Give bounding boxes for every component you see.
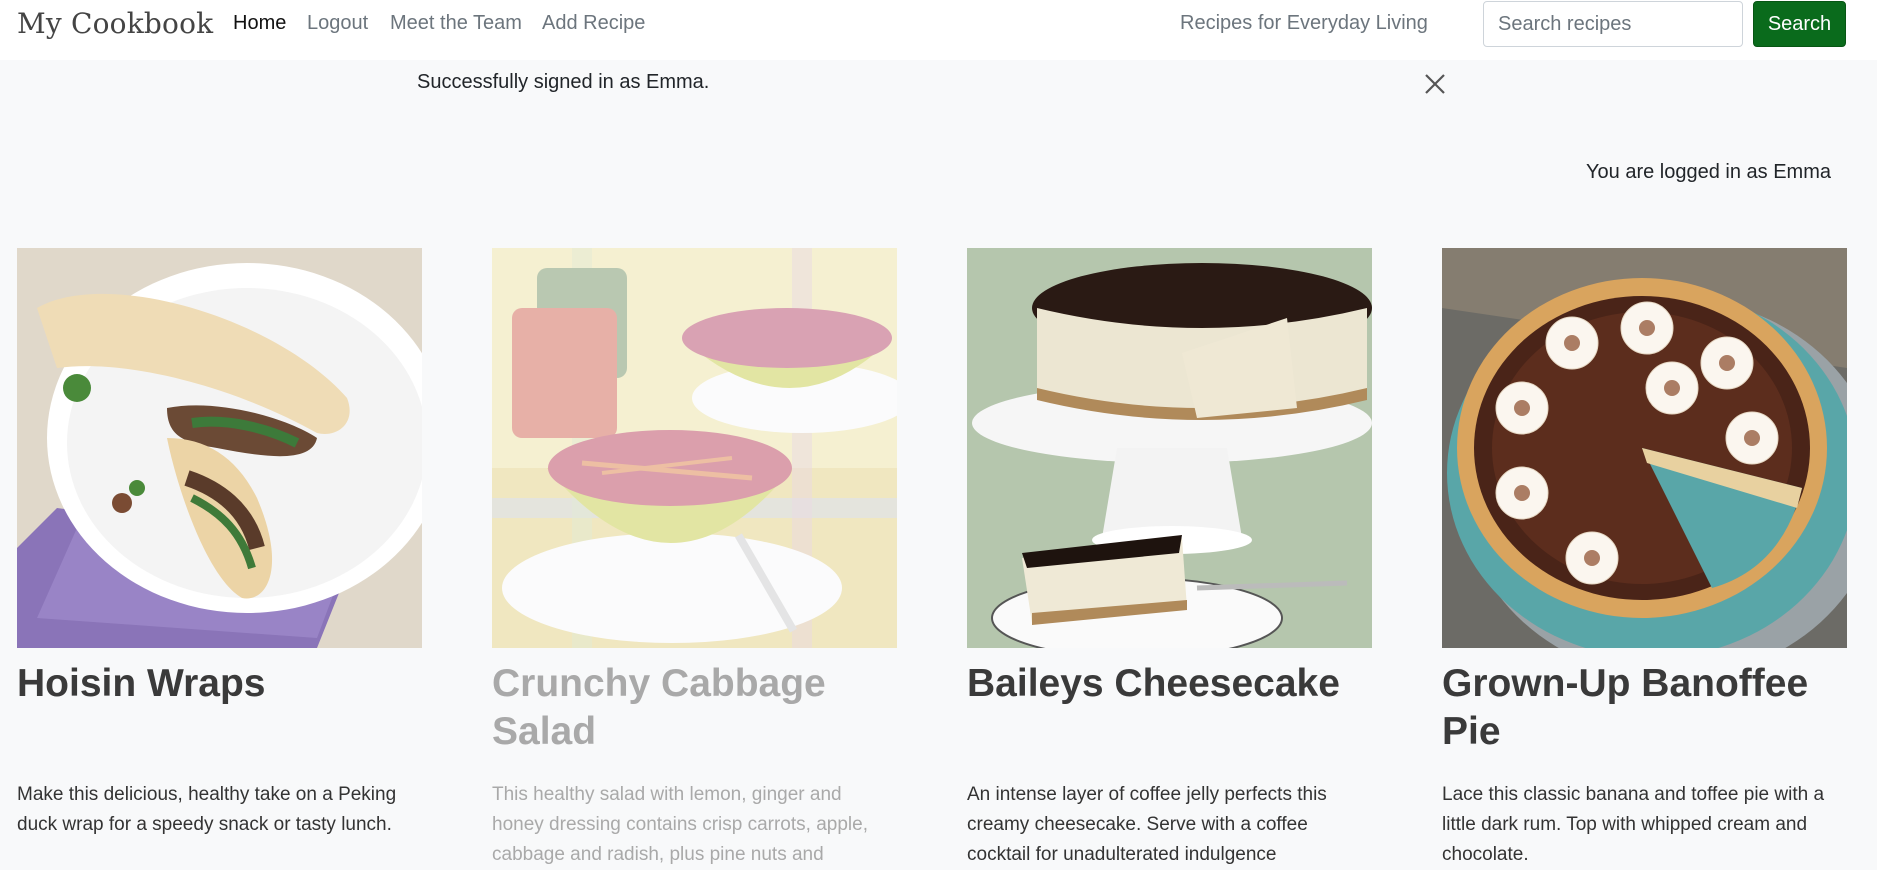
recipe-image-grown-up-banoffee-pie[interactable] — [1442, 248, 1847, 648]
recipe-card-grown-up-banoffee-pie[interactable]: Grown-Up Banoffee Pie Lace this classic … — [1442, 248, 1847, 870]
nav-home-link[interactable]: Home — [233, 12, 286, 35]
recipe-image-crunchy-cabbage-salad[interactable] — [492, 248, 897, 648]
nav-add-recipe-link[interactable]: Add Recipe — [542, 12, 645, 35]
navbar: My Cookbook Home Logout Meet the Team Ad… — [0, 0, 1877, 60]
recipe-description: Make this delicious, healthy take on a P… — [17, 784, 397, 835]
search-input[interactable] — [1483, 1, 1743, 47]
recipe-card-hoisin-wraps[interactable]: Hoisin Wraps Make this delicious, health… — [17, 248, 422, 840]
recipe-title[interactable]: Hoisin Wraps — [17, 660, 422, 756]
close-icon[interactable] — [1420, 69, 1450, 99]
recipe-image-hoisin-wraps[interactable] — [17, 248, 422, 648]
recipe-title[interactable]: Baileys Cheesecake — [967, 660, 1372, 756]
alert-message: Successfully signed in as Emma. — [417, 71, 710, 93]
brand-logo[interactable]: My Cookbook — [17, 7, 213, 40]
nav-meet-the-team-link[interactable]: Meet the Team — [390, 12, 522, 35]
nav-logout-link[interactable]: Logout — [307, 12, 368, 35]
recipe-description: This healthy salad with lemon, ginger an… — [492, 784, 868, 865]
recipe-image-baileys-cheesecake[interactable] — [967, 248, 1372, 648]
recipe-description: An intense layer of coffee jelly perfect… — [967, 784, 1327, 865]
site-tagline: Recipes for Everyday Living — [1180, 12, 1428, 34]
login-status-text: You are logged in as Emma — [1586, 161, 1831, 183]
recipe-card-crunchy-cabbage-salad[interactable]: Crunchy Cabbage Salad This healthy salad… — [492, 248, 897, 870]
recipe-description: Lace this classic banana and toffee pie … — [1442, 784, 1825, 865]
recipe-title[interactable]: Crunchy Cabbage Salad — [492, 660, 897, 756]
recipe-title[interactable]: Grown-Up Banoffee Pie — [1442, 660, 1847, 756]
recipe-card-baileys-cheesecake[interactable]: Baileys Cheesecake An intense layer of c… — [967, 248, 1372, 870]
search-button[interactable]: Search — [1753, 1, 1846, 47]
